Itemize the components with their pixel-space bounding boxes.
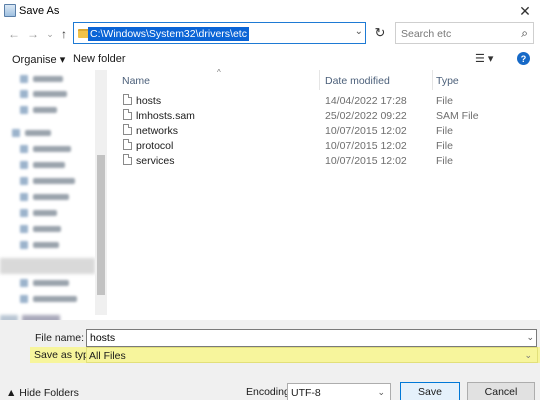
chevron-down-icon[interactable]: ⌄	[377, 387, 385, 398]
file-row-hosts[interactable]: hosts 14/04/2022 17:28 File	[119, 93, 540, 108]
close-button[interactable]: ✕	[510, 0, 540, 22]
file-type: File	[436, 95, 453, 107]
file-name-input[interactable]	[86, 329, 537, 347]
chevron-down-icon[interactable]: ⌄	[524, 350, 532, 361]
navigation-pane[interactable]	[0, 70, 107, 315]
sort-ascending-icon: ^	[217, 68, 221, 77]
back-arrow-icon[interactable]: ←	[6, 25, 22, 43]
nav-pane-item[interactable]	[20, 144, 71, 153]
refresh-icon[interactable]: ↻	[369, 22, 391, 44]
nav-pane-item[interactable]	[20, 224, 61, 233]
save-as-type-row: Save as type: All Files ⌄	[30, 347, 540, 363]
file-date-modified: 10/07/2015 12:02	[325, 155, 407, 167]
save-as-app-icon	[4, 4, 16, 17]
encoding-label: Encoding:	[246, 386, 293, 398]
nav-pane-item[interactable]	[20, 208, 57, 217]
nav-pane-item[interactable]	[20, 240, 59, 249]
search-icon[interactable]: ⌕	[521, 26, 528, 41]
nav-pane-item[interactable]	[20, 74, 63, 83]
column-header-date-modified[interactable]: Date modified	[325, 75, 390, 89]
file-row-lmhosts[interactable]: lmhosts.sam 25/02/2022 09:22 SAM File	[119, 108, 540, 123]
title-bar: Save As ✕	[0, 0, 540, 22]
file-name-label: File name:	[35, 332, 85, 344]
search-placeholder: Search etc	[401, 28, 452, 40]
file-type: File	[436, 155, 453, 167]
file-name: lmhosts.sam	[136, 110, 195, 122]
cancel-button[interactable]: Cancel	[467, 382, 535, 400]
file-row-services[interactable]: services 10/07/2015 12:02 File	[119, 153, 540, 168]
nav-pane-selected-item[interactable]	[0, 258, 95, 274]
column-divider[interactable]	[319, 70, 320, 90]
nav-pane-item[interactable]	[20, 294, 77, 303]
file-name: protocol	[136, 140, 174, 152]
file-type: SAM File	[436, 110, 479, 122]
navigation-bar: ← → ⌄ ↑ C:\Windows\System32\drivers\etc …	[0, 22, 540, 46]
column-divider[interactable]	[432, 70, 433, 90]
save-form: File name: ⌄ Save as type: All Files ⌄ ▲…	[0, 320, 540, 400]
encoding-value: UTF-8	[291, 387, 321, 399]
encoding-select[interactable]: UTF-8 ⌄	[287, 383, 391, 400]
column-header-type[interactable]: Type	[436, 75, 459, 89]
chevron-down-icon[interactable]: ⌄	[355, 26, 363, 37]
file-icon	[123, 94, 132, 105]
nav-pane-item[interactable]	[20, 89, 67, 98]
column-header-name[interactable]: Name	[122, 75, 150, 89]
file-row-protocol[interactable]: protocol 10/07/2015 12:02 File	[119, 138, 540, 153]
file-date-modified: 14/04/2022 17:28	[325, 95, 407, 107]
nav-pane-item[interactable]	[20, 105, 57, 114]
file-date-modified: 25/02/2022 09:22	[325, 110, 407, 122]
save-as-type-value: All Files	[89, 350, 126, 362]
nav-pane-item[interactable]	[12, 128, 51, 137]
nav-pane-item[interactable]	[20, 278, 69, 287]
forward-arrow-icon[interactable]: →	[25, 25, 41, 43]
hide-folders-button[interactable]: ▲ Hide Folders	[6, 387, 79, 399]
up-arrow-icon[interactable]: ↑	[56, 25, 72, 43]
toolbar: Organise ▾ New folder ☰ ▾ ?	[0, 48, 540, 70]
save-as-type-select[interactable]: All Files ⌄	[86, 347, 538, 363]
nav-pane-item[interactable]	[20, 176, 75, 185]
save-button[interactable]: Save	[400, 382, 460, 400]
file-name: networks	[136, 125, 179, 137]
window-title: Save As	[19, 5, 60, 17]
file-name: hosts	[136, 95, 162, 107]
file-icon	[123, 139, 132, 150]
file-name: services	[136, 155, 175, 167]
help-icon[interactable]: ?	[517, 52, 530, 65]
file-date-modified: 10/07/2015 12:02	[325, 125, 407, 137]
view-options-icon[interactable]: ☰ ▾	[475, 52, 493, 65]
chevron-down-icon[interactable]: ⌄	[526, 332, 534, 343]
file-type: File	[436, 125, 453, 137]
file-type: File	[436, 140, 453, 152]
nav-pane-item[interactable]	[20, 160, 65, 169]
organise-button[interactable]: Organise ▾	[12, 53, 65, 66]
address-bar[interactable]: C:\Windows\System32\drivers\etc ⌄	[73, 22, 366, 44]
search-input[interactable]: Search etc ⌕	[395, 22, 534, 44]
file-row-networks[interactable]: networks 10/07/2015 12:02 File	[119, 123, 540, 138]
file-icon	[123, 109, 132, 120]
nav-pane-scroll-thumb[interactable]	[97, 155, 105, 295]
file-icon	[123, 154, 132, 165]
new-folder-button[interactable]: New folder	[73, 53, 126, 65]
file-icon	[123, 124, 132, 135]
address-path[interactable]: C:\Windows\System32\drivers\etc	[88, 27, 249, 41]
file-date-modified: 10/07/2015 12:02	[325, 140, 407, 152]
nav-pane-item[interactable]	[20, 192, 69, 201]
file-list[interactable]: ^ Name Date modified Type hosts 14/04/20…	[107, 68, 540, 320]
